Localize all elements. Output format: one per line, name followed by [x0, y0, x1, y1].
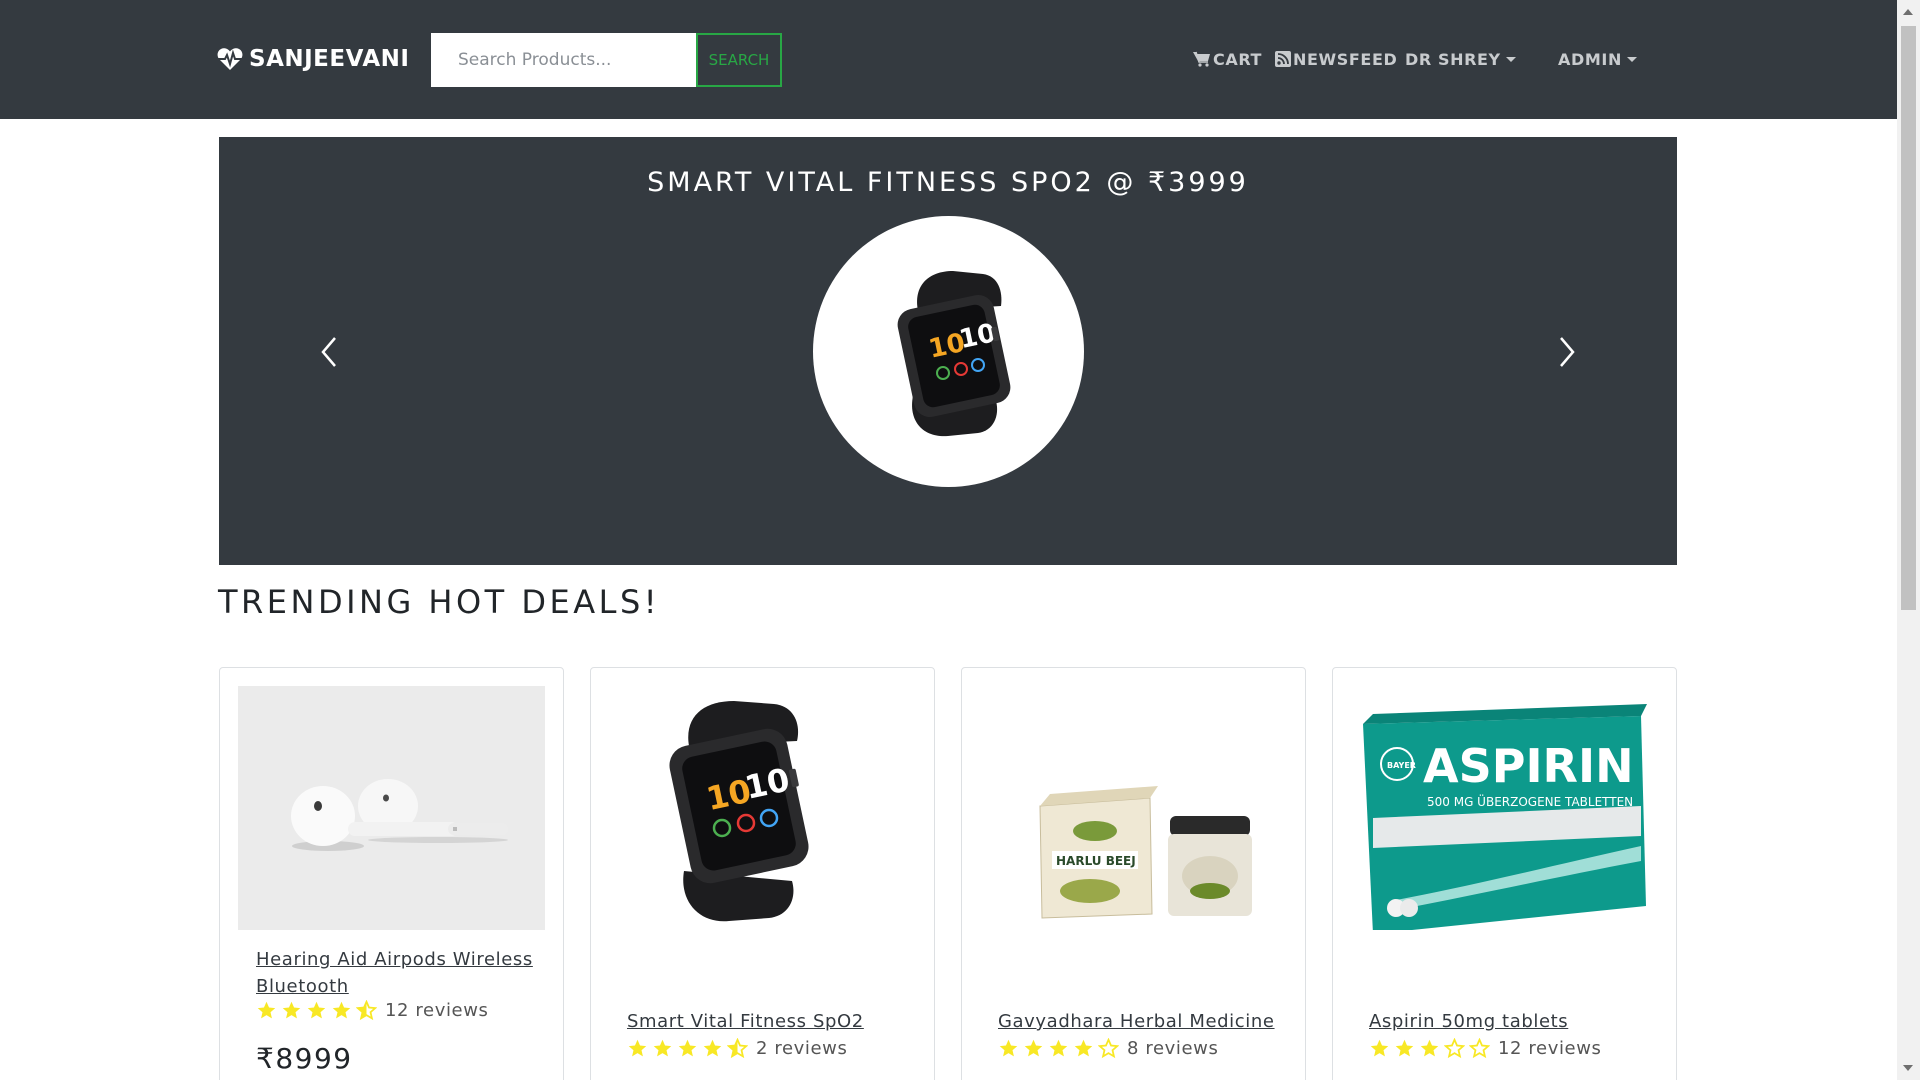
product-image[interactable]: 10 10	[609, 686, 916, 930]
star-empty-icon	[1098, 1037, 1119, 1058]
review-count: 12 reviews	[385, 999, 489, 1021]
aspirin-brand-label: BAYER	[1387, 761, 1416, 770]
product-title-link[interactable]: Hearing Aid Airpods Wireless Bluetooth	[256, 946, 546, 1000]
product-rating: 12 reviews	[256, 998, 489, 1022]
rating-stars	[1369, 1037, 1494, 1059]
review-count: 8 reviews	[1127, 1037, 1219, 1059]
star-full-icon	[1024, 1039, 1043, 1056]
page-scrollbar[interactable]	[1897, 0, 1920, 1080]
product-image[interactable]	[238, 686, 545, 930]
star-full-icon	[703, 1039, 722, 1056]
brand-name: SANJEEVANI	[249, 46, 410, 72]
product-price: ₹8999	[256, 1042, 353, 1075]
chevron-left-icon	[321, 337, 336, 367]
section-title: TRENDING HOT DEALS!	[218, 583, 661, 621]
scrollbar-thumb[interactable]	[1901, 26, 1916, 610]
rating-stars	[627, 1037, 752, 1059]
rss-icon	[1275, 51, 1291, 67]
smartwatch-image: 10 10	[897, 271, 1011, 437]
star-full-icon	[1370, 1039, 1389, 1056]
product-title-link[interactable]: Gavyadhara Herbal Medicine	[998, 1008, 1288, 1035]
product-card: HARLU BEEJ Gavyadhara Herbal Medicine 8 …	[961, 667, 1306, 1080]
star-full-icon	[653, 1039, 672, 1056]
carousel-prev-button[interactable]	[315, 332, 345, 372]
search-input[interactable]	[431, 33, 696, 87]
chevron-right-icon	[1560, 337, 1575, 367]
star-full-icon	[1074, 1039, 1093, 1056]
product-rating: 2 reviews	[627, 1036, 847, 1060]
cart-icon	[1193, 51, 1210, 67]
nav-newsfeed-link[interactable]: NEWSFEED	[1275, 48, 1397, 70]
carousel-caption[interactable]: SMART VITAL FITNESS SPO2 @ ₹3999	[219, 167, 1677, 198]
star-half-icon	[727, 1037, 748, 1058]
herbal-medicine-image: HARLU BEEJ	[1039, 786, 1252, 919]
nav-admin-dropdown[interactable]: ADMIN	[1558, 48, 1637, 70]
search-button[interactable]: SEARCH	[696, 33, 782, 87]
product-title-link[interactable]: Smart Vital Fitness SpO2	[627, 1008, 917, 1035]
review-count: 12 reviews	[1498, 1037, 1602, 1059]
aspirin-box-subtext: 500 MG ÜBERZOGENE TABLETTEN	[1427, 793, 1633, 809]
featured-carousel: SMART VITAL FITNESS SPO2 @ ₹3999 10 10	[219, 137, 1677, 565]
scroll-up-arrow-icon[interactable]	[1903, 9, 1913, 15]
caret-down-icon	[1505, 56, 1516, 62]
product-card: Hearing Aid Airpods Wireless Bluetooth 1…	[219, 667, 564, 1080]
heartbeat-icon	[217, 48, 243, 70]
nav-newsfeed-label: NEWSFEED	[1293, 49, 1398, 69]
review-count: 2 reviews	[756, 1037, 848, 1059]
airpods-image	[291, 779, 508, 851]
carousel-next-button[interactable]	[1551, 332, 1581, 372]
star-full-icon	[678, 1039, 697, 1056]
product-rating: 12 reviews	[1369, 1036, 1602, 1060]
product-card: BAYER ASPIRIN 500 MG ÜBERZOGENE TABLETTE…	[1332, 667, 1677, 1080]
star-full-icon	[999, 1039, 1018, 1056]
brand-logo[interactable]: SANJEEVANI	[217, 44, 409, 74]
herbal-box-label: HARLU BEEJ	[1056, 854, 1136, 868]
rating-stars	[256, 999, 381, 1021]
smartwatch-image: 10 10	[669, 701, 809, 922]
product-image[interactable]: HARLU BEEJ	[980, 686, 1287, 930]
star-empty-icon	[1444, 1037, 1465, 1058]
star-full-icon	[282, 1001, 301, 1018]
star-full-icon	[628, 1039, 647, 1056]
nav-user-label: DR SHREY	[1405, 49, 1501, 69]
carousel-product-image[interactable]: 10 10	[813, 216, 1084, 487]
aspirin-box-label: ASPIRIN	[1423, 739, 1634, 793]
star-half-icon	[356, 999, 377, 1020]
star-empty-icon	[1469, 1037, 1490, 1058]
product-title-link[interactable]: Aspirin 50mg tablets	[1369, 1008, 1659, 1035]
rating-stars	[998, 1037, 1123, 1059]
star-full-icon	[1395, 1039, 1414, 1056]
top-navbar: SANJEEVANI SEARCH CART NEWSFEED DR SHREY…	[0, 0, 1897, 119]
aspirin-box-image: BAYER ASPIRIN 500 MG ÜBERZOGENE TABLETTE…	[1363, 704, 1647, 930]
star-full-icon	[332, 1001, 351, 1018]
star-full-icon	[257, 1001, 276, 1018]
caret-down-icon	[1626, 56, 1637, 62]
product-card: 10 10 Smart Vital Fitness SpO2 2 reviews	[590, 667, 935, 1080]
star-full-icon	[1420, 1039, 1439, 1056]
nav-cart-label: CART	[1213, 49, 1263, 69]
nav-user-dropdown[interactable]: DR SHREY	[1405, 48, 1516, 70]
product-rating: 8 reviews	[998, 1036, 1218, 1060]
product-image[interactable]: BAYER ASPIRIN 500 MG ÜBERZOGENE TABLETTE…	[1351, 686, 1658, 930]
nav-cart-link[interactable]: CART	[1193, 48, 1262, 70]
scroll-down-arrow-icon[interactable]	[1903, 1065, 1913, 1071]
nav-admin-label: ADMIN	[1558, 49, 1622, 69]
star-full-icon	[307, 1001, 326, 1018]
star-full-icon	[1049, 1039, 1068, 1056]
